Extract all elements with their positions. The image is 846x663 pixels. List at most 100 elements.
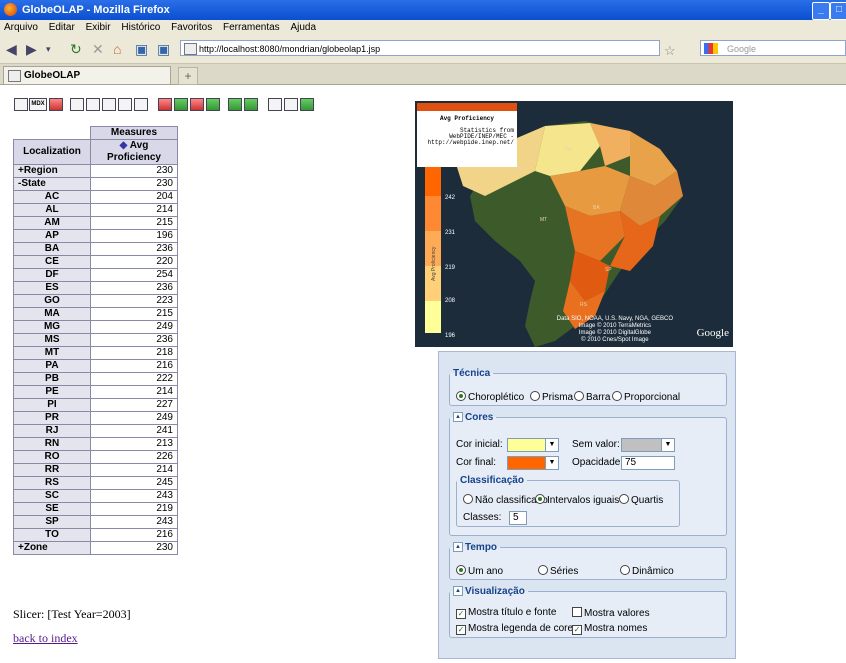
row-header: PA <box>13 359 91 373</box>
table-row: AL 214 <box>13 203 178 217</box>
radio-barra[interactable]: Barra <box>574 391 610 404</box>
row-header: PE <box>13 385 91 399</box>
menu-item-editar[interactable]: Editar <box>49 22 75 33</box>
classes-input[interactable]: 5 <box>509 511 527 525</box>
non-empty-icon[interactable] <box>174 98 188 111</box>
drill-through-icon[interactable] <box>118 98 132 111</box>
star-icon[interactable]: ☆ <box>664 43 676 59</box>
checkbox-mostra-legenda[interactable]: ✓ Mostra legenda de cores <box>456 623 578 635</box>
opacidade-label: Opacidade: <box>572 457 624 468</box>
radio-prisma-label: Prisma <box>542 392 574 403</box>
state-label: AM <box>515 167 523 173</box>
map-view[interactable]: AM PA BA MT SP RS 242 231 219 208 196 Av… <box>415 101 733 347</box>
table-row: MA 215 <box>13 307 178 321</box>
menu-item-historico[interactable]: Histórico <box>121 22 160 33</box>
row-header: RO <box>13 450 91 464</box>
drill-replace-icon[interactable] <box>102 98 116 111</box>
tempo-legend[interactable]: ▲ Tempo <box>450 542 500 553</box>
radio-prisma[interactable]: Prisma <box>530 391 573 404</box>
print-config-icon[interactable] <box>268 98 282 111</box>
chart-config-icon[interactable] <box>244 98 258 111</box>
radio-proporcional[interactable]: Proporcional <box>612 391 680 404</box>
visualizacao-legend[interactable]: ▲ Visualização <box>450 586 528 597</box>
state-label: BA <box>593 205 600 211</box>
row-header[interactable]: +Region <box>13 164 91 178</box>
cell-value: 245 <box>90 476 178 490</box>
new-tab-button[interactable]: + <box>178 67 198 85</box>
cor-final-picker[interactable]: ▼ <box>507 456 559 470</box>
sem-valor-picker[interactable]: ▼ <box>621 438 675 452</box>
maximize-icon[interactable]: □ <box>830 2 846 20</box>
cores-group: ▲ Cores Cor inicial: ▼ Sem valor: ▼ Cor f… <box>449 412 727 536</box>
mdx-editor-icon[interactable]: MDX <box>29 98 47 111</box>
row-header[interactable]: +Zone <box>13 541 91 555</box>
radio-intervalos-iguais[interactable]: Intervalos iguais <box>535 494 619 507</box>
home-icon[interactable]: ⌂ <box>113 40 121 58</box>
table-row: TO 216 <box>13 528 178 542</box>
measures-header[interactable]: Measures <box>90 126 178 140</box>
print-icon[interactable] <box>284 98 298 111</box>
reload-icon[interactable]: ↻ <box>70 40 82 58</box>
drill-member-icon[interactable] <box>70 98 84 111</box>
menu-bar: Arquivo Editar Exibir Histórico Favorito… <box>0 20 846 35</box>
back-icon[interactable]: ◀ <box>6 40 17 58</box>
checkbox-mostra-valores-icon <box>572 607 582 617</box>
menu-item-favoritos[interactable]: Favoritos <box>171 22 212 33</box>
cube-navigator-icon[interactable] <box>14 98 28 111</box>
hide-empty-icon[interactable] <box>158 98 172 111</box>
chart-icon[interactable] <box>228 98 242 111</box>
cor-inicial-picker[interactable]: ▼ <box>507 438 559 452</box>
hierarchy-icon[interactable] <box>206 98 220 111</box>
cell-value: 216 <box>90 359 178 373</box>
row-header: AL <box>13 203 91 217</box>
table-row: AC 204 <box>13 190 178 204</box>
measure-header-label: Avg Proficiency <box>107 140 161 163</box>
row-header: PR <box>13 411 91 425</box>
cell-value: 249 <box>90 411 178 425</box>
cor-final-swatch <box>508 457 545 469</box>
table-row: GO 223 <box>13 294 178 308</box>
sort-arrow-icon[interactable]: ◆ <box>120 140 128 151</box>
row-header[interactable]: -State <box>13 177 91 191</box>
cores-legend[interactable]: ▲ Cores <box>450 412 496 423</box>
forward-icon[interactable]: ▶ <box>26 40 37 58</box>
menu-item-arquivo[interactable]: Arquivo <box>4 22 38 33</box>
back-to-index-link[interactable]: back to index <box>13 631 78 646</box>
history-dropdown-icon[interactable]: ▾ <box>46 40 51 58</box>
search-input[interactable]: Google <box>700 40 846 56</box>
collapse-visualizacao-icon[interactable]: ▲ <box>453 586 463 597</box>
radio-choropletico[interactable]: Choroplético <box>456 391 524 404</box>
checkbox-mostra-valores[interactable]: Mostra valores <box>572 607 650 620</box>
cell-value: 214 <box>90 203 178 217</box>
menu-item-ferramentas[interactable]: Ferramentas <box>223 22 280 33</box>
table-row: RN 213 <box>13 437 178 451</box>
url-input[interactable]: http://localhost:8080/mondrian/globeolap… <box>180 40 660 56</box>
collapse-cores-icon[interactable]: ▲ <box>453 412 463 423</box>
opacidade-input[interactable]: 75 <box>621 456 675 470</box>
radio-series[interactable]: Séries <box>538 565 578 578</box>
row-header: GO <box>13 294 91 308</box>
radio-um-ano[interactable]: Um ano <box>456 565 503 578</box>
bookmark-icon[interactable]: ▣ <box>157 40 170 58</box>
minimize-icon[interactable]: _ <box>812 2 830 20</box>
radio-dinamico[interactable]: Dinâmico <box>620 565 674 578</box>
checkbox-mostra-nomes[interactable]: ✓ Mostra nomes <box>572 623 647 635</box>
menu-item-exibir[interactable]: Exibir <box>86 22 111 33</box>
cell-value: 196 <box>90 229 178 243</box>
swap-axes-icon[interactable] <box>134 98 148 111</box>
bookmark-add-icon[interactable]: ▣ <box>135 40 148 58</box>
dimension-header[interactable]: Localization <box>13 139 91 165</box>
show-parents-icon[interactable] <box>190 98 204 111</box>
drill-position-icon[interactable] <box>86 98 100 111</box>
checkbox-mostra-titulo[interactable]: ✓ Mostra título e fonte <box>456 607 556 619</box>
map-attribution: Data SIO, NOAA, U.S. Navy, NGA, GEBCO Im… <box>557 316 673 344</box>
menu-item-ajuda[interactable]: Ajuda <box>290 22 316 33</box>
measure-header[interactable]: ◆ Avg Proficiency <box>90 139 178 165</box>
sort-icon[interactable] <box>49 98 63 111</box>
tab-globeolap[interactable]: GlobeOLAP <box>3 66 171 84</box>
table-row: RO 226 <box>13 450 178 464</box>
collapse-tempo-icon[interactable]: ▲ <box>453 542 463 553</box>
radio-quartis[interactable]: Quartis <box>619 494 663 507</box>
stop-icon[interactable]: ✕ <box>92 40 104 58</box>
excel-export-icon[interactable] <box>300 98 314 111</box>
